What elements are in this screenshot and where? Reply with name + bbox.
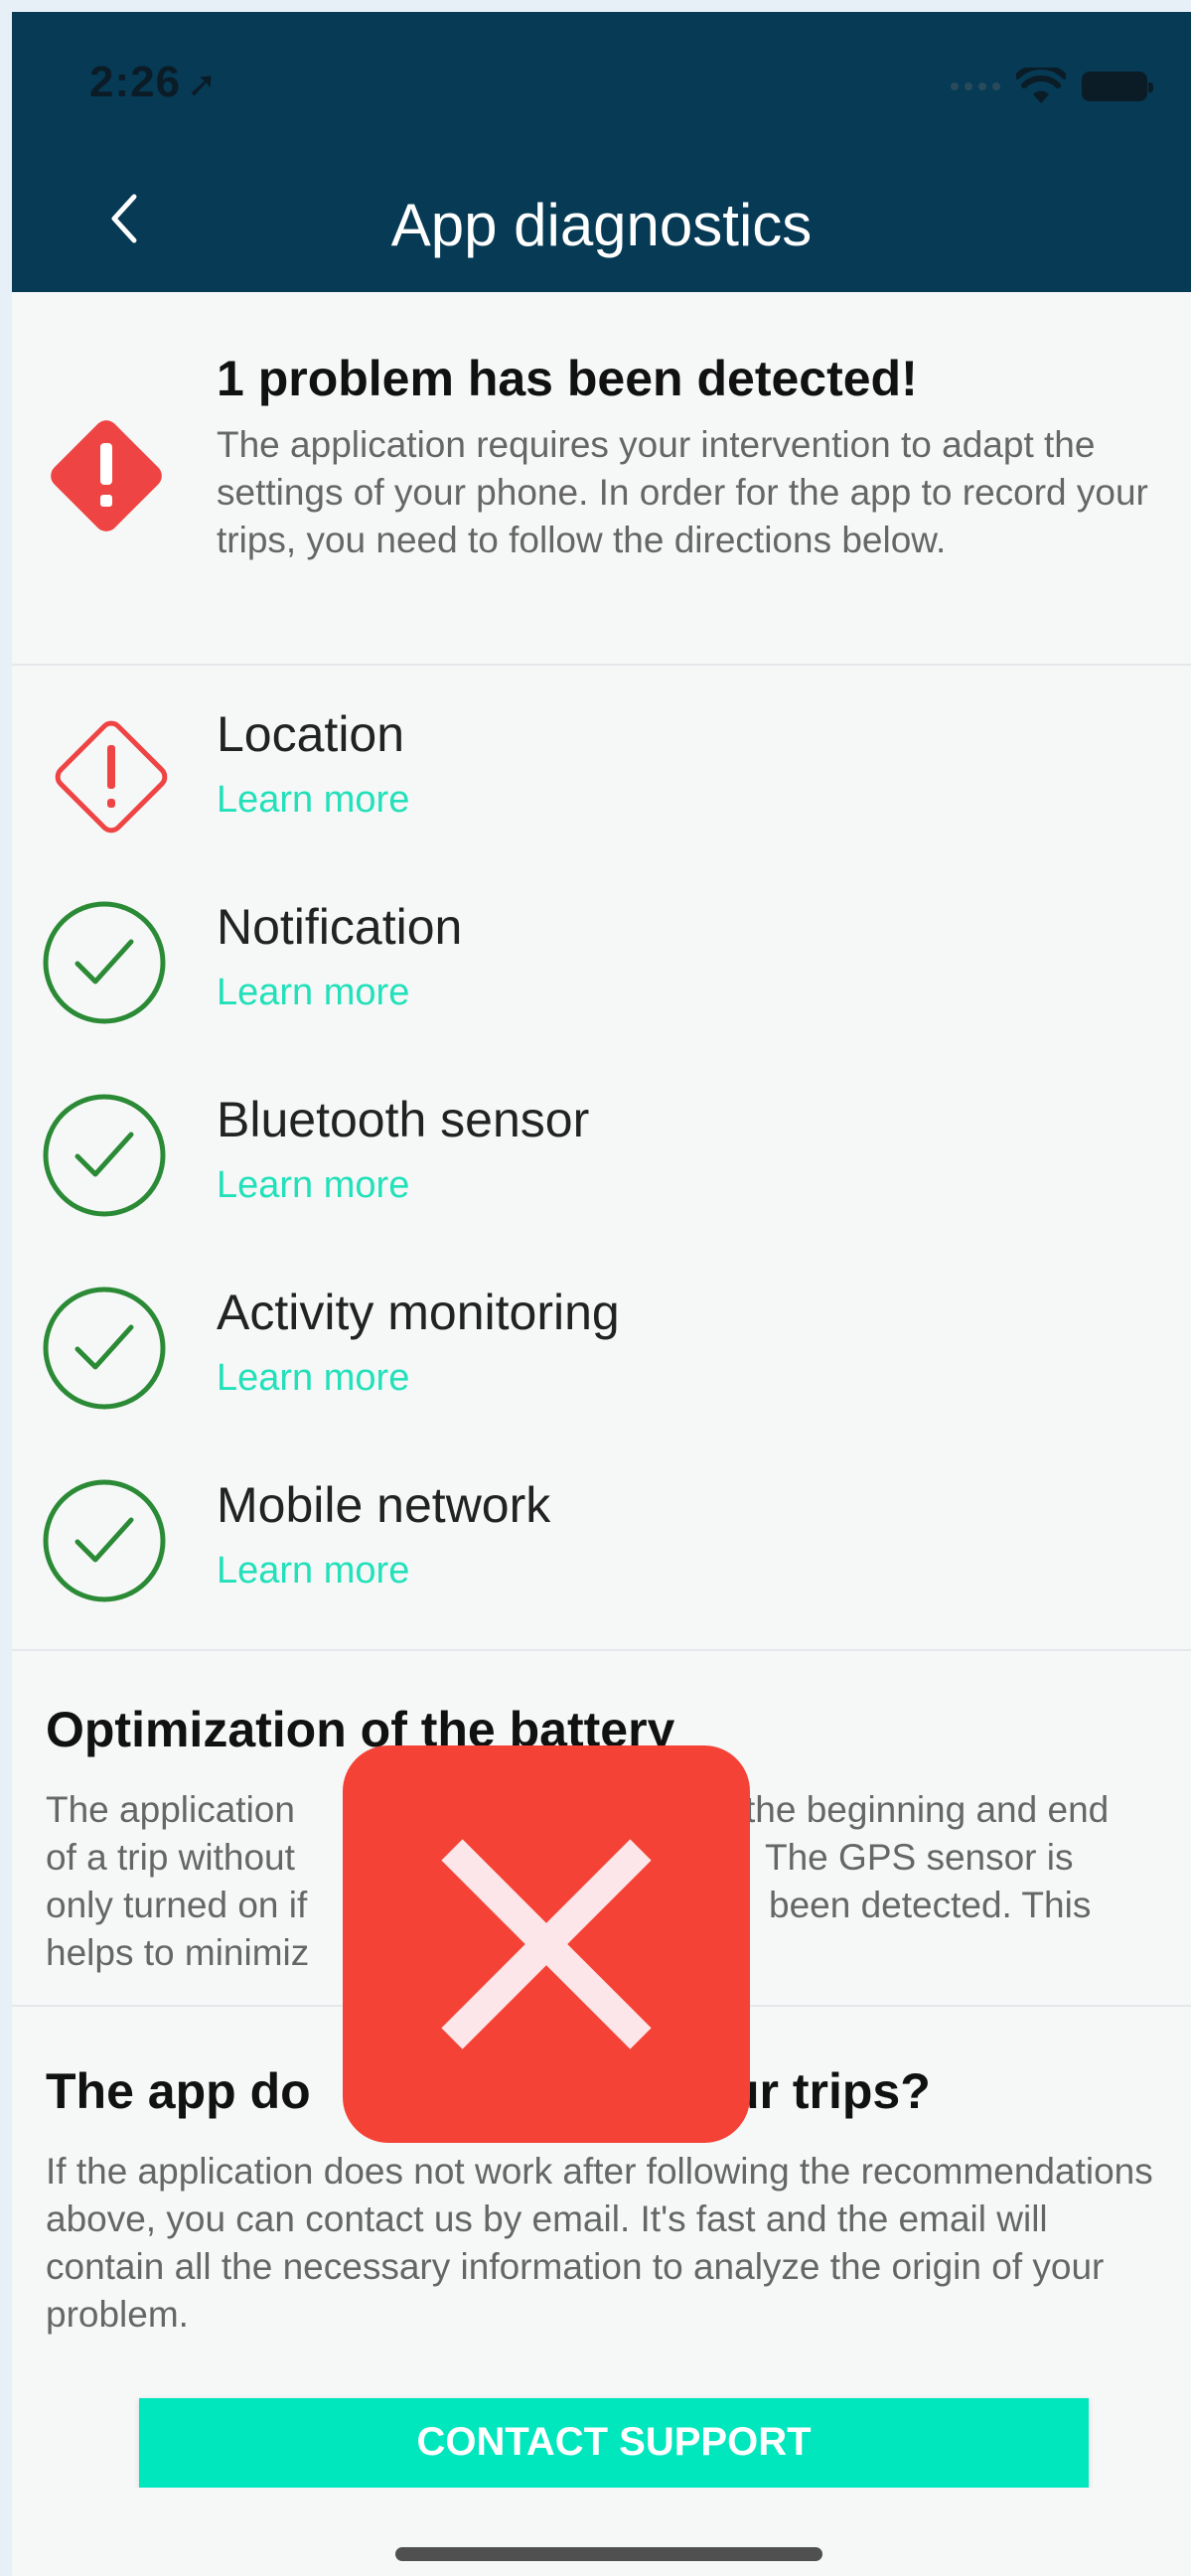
wifi-icon <box>1016 68 1066 103</box>
location-arrow-icon: ➚ <box>187 64 219 104</box>
status-bar-time: 2:26 ➚ <box>89 58 218 107</box>
support-section-title-left: The app do <box>46 2063 311 2119</box>
learn-more-link[interactable]: Learn more <box>217 1550 409 1592</box>
check-label: Bluetooth sensor <box>217 1092 590 1147</box>
status-time-text: 2:26 <box>89 58 182 106</box>
learn-more-link[interactable]: Learn more <box>217 1357 409 1400</box>
page-title: App diagnostics <box>390 192 813 258</box>
diagnostics-list: Location Learn more Notification Learn m… <box>12 666 1191 1651</box>
check-circle-icon <box>43 1094 166 1217</box>
battery-text-line: The GPS sensor is <box>765 1837 1074 1878</box>
app-screen: 2:26 ➚ App diagnostics 1 problem has bee… <box>12 12 1191 2576</box>
check-circle-icon <box>43 1287 166 1410</box>
bottom-area <box>12 2488 1191 2576</box>
close-icon <box>441 1839 652 2049</box>
header-bar: 2:26 ➚ App diagnostics <box>12 12 1191 292</box>
battery-text-line: of a trip without <box>46 1837 295 1878</box>
problem-title: 1 problem has been detected! <box>217 351 918 406</box>
battery-text-line: helps to minimiz <box>46 1932 310 1973</box>
check-circle-icon <box>43 901 166 1024</box>
signal-dots-icon <box>951 82 1000 90</box>
problem-description: The application requires your interventi… <box>217 424 1148 560</box>
battery-text-line: only turned on if <box>46 1885 308 1925</box>
home-indicator[interactable] <box>395 2547 822 2561</box>
screenshot-frame: 2:26 ➚ App diagnostics 1 problem has bee… <box>0 0 1191 2576</box>
status-bar-indicators <box>951 68 1153 105</box>
battery-text-line: the beginning and end <box>745 1789 1110 1830</box>
warning-diamond-filled-icon <box>51 420 162 531</box>
problem-summary: 1 problem has been detected! The applica… <box>12 292 1191 666</box>
check-label: Location <box>217 706 405 762</box>
support-section-title-right: ur trips? <box>729 2063 931 2119</box>
check-label: Notification <box>217 899 463 955</box>
learn-more-link[interactable]: Learn more <box>217 972 409 1014</box>
learn-more-link[interactable]: Learn more <box>217 1164 409 1207</box>
check-label: Activity monitoring <box>217 1285 620 1340</box>
battery-icon <box>1082 72 1153 101</box>
check-item-notification: Notification Learn more <box>12 858 1191 1051</box>
warning-diamond-outline-icon <box>55 720 168 833</box>
check-item-bluetooth: Bluetooth sensor Learn more <box>12 1051 1191 1244</box>
check-circle-icon <box>43 1479 166 1602</box>
check-item-activity: Activity monitoring Learn more <box>12 1244 1191 1437</box>
close-overlay[interactable] <box>343 1745 750 2143</box>
check-item-location: Location Learn more <box>12 666 1191 858</box>
battery-text-line: been detected. This <box>769 1885 1092 1925</box>
contact-support-button[interactable]: CONTACT SUPPORT <box>139 2398 1089 2498</box>
support-section-text: If the application does not work after f… <box>46 2151 1153 2335</box>
check-label: Mobile network <box>217 1477 551 1533</box>
check-item-mobile-network: Mobile network Learn more <box>12 1437 1191 1629</box>
battery-text-line: The application <box>46 1789 295 1830</box>
learn-more-link[interactable]: Learn more <box>217 779 409 822</box>
